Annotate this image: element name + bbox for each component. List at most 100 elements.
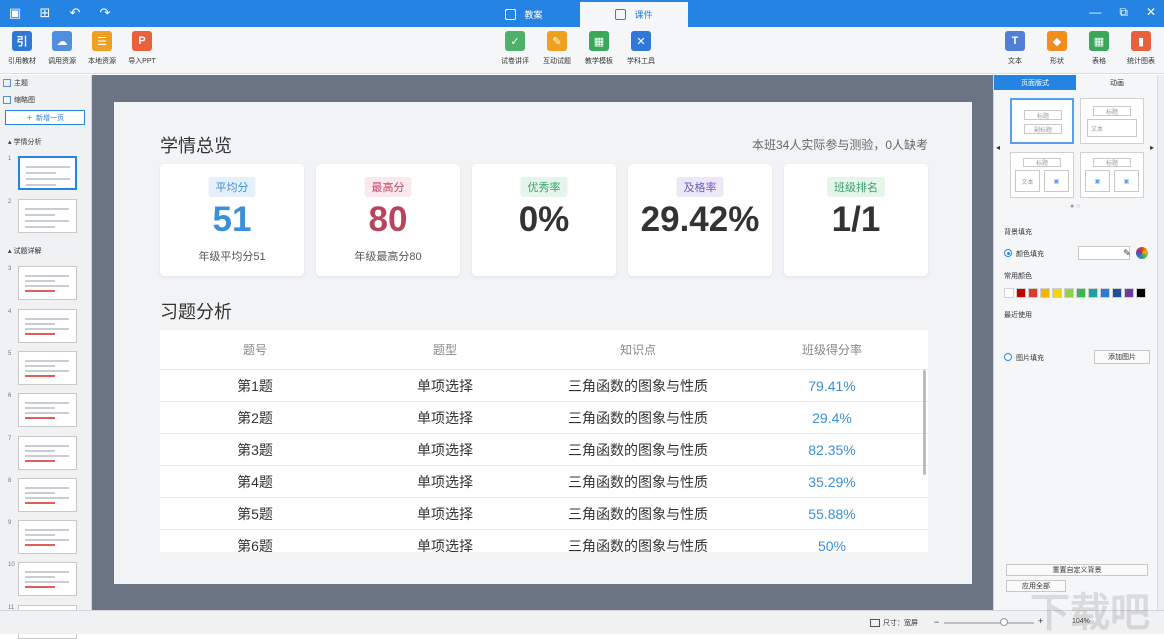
tab-page-layout[interactable]: 页面版式 xyxy=(994,75,1076,90)
tab-lesson-plan[interactable]: 教案 xyxy=(470,2,578,27)
slide-thumbnail[interactable] xyxy=(18,393,77,427)
layout-prev-icon[interactable]: ◂ xyxy=(996,143,1000,152)
color-wheel-icon[interactable] xyxy=(1136,247,1148,259)
stat-card: 平均分 51 年级平均分51 xyxy=(160,164,304,276)
common-colors-label: 常用颜色 xyxy=(1004,273,1032,280)
slide-size-control[interactable]: 尺寸：宽屏 xyxy=(870,618,918,628)
slide-number: 1 xyxy=(8,156,12,162)
thumbnail-line xyxy=(25,333,55,335)
table-row[interactable]: 第3题 单项选择 三角函数的图象与性质 82.35% xyxy=(160,434,928,466)
text-icon: T xyxy=(1005,31,1025,51)
ribbon-button-label: 导入PPT xyxy=(128,58,156,65)
ribbon-button-shape[interactable]: ◆ 形状 xyxy=(1037,31,1077,66)
color-swatch[interactable] xyxy=(1124,288,1134,298)
ribbon-button-ppt[interactable]: P 导入PPT xyxy=(122,31,162,66)
restore-icon[interactable]: ⧉ xyxy=(1119,5,1128,20)
tab-courseware[interactable]: 课件 xyxy=(580,2,688,27)
slide-thumbnail[interactable] xyxy=(18,266,77,300)
ribbon-button-chart[interactable]: ▮ 统计图表 xyxy=(1121,31,1161,66)
eyedropper-icon[interactable]: ✎ xyxy=(1120,246,1134,260)
table-row[interactable]: 第2题 单项选择 三角函数的图象与性质 29.4% xyxy=(160,402,928,434)
slide-thumbnail[interactable] xyxy=(18,436,77,470)
layout-text-image[interactable]: 标题 文本 ▣ xyxy=(1010,152,1074,198)
color-swatch[interactable] xyxy=(1040,288,1050,298)
table-row[interactable]: 第6题 单项选择 三角函数的图象与性质 50% xyxy=(160,530,928,553)
thumbnail-line xyxy=(25,226,55,228)
ribbon-button-label: 形状 xyxy=(1050,58,1064,65)
color-swatch[interactable] xyxy=(1004,288,1014,298)
table-row[interactable]: 第4题 单项选择 三角函数的图象与性质 35.29% xyxy=(160,466,928,498)
editor-canvas[interactable]: 学情总览 本班34人实际参与测验，0人缺考 平均分 51 年级平均分51 最高分 80 年… xyxy=(92,75,993,610)
color-swatch[interactable] xyxy=(1028,288,1038,298)
slide-thumbnail[interactable] xyxy=(18,478,77,512)
folder-icon: ☰ xyxy=(92,31,112,51)
cell-question-number: 第1题 xyxy=(237,377,273,394)
tab-animation[interactable]: 动画 xyxy=(1076,75,1158,90)
color-swatch[interactable] xyxy=(1016,288,1026,298)
slide-thumbnail[interactable] xyxy=(18,199,77,233)
color-swatch[interactable] xyxy=(1100,288,1110,298)
add-page-button[interactable]: ＋ 新增一页 xyxy=(5,110,85,125)
color-swatch[interactable] xyxy=(1052,288,1062,298)
ribbon-button-tools[interactable]: ✕ 学科工具 xyxy=(621,31,661,66)
save-as-icon[interactable]: ⊞ xyxy=(36,4,54,22)
image-fill-radio[interactable] xyxy=(1004,353,1012,361)
cell-score-rate: 55.88% xyxy=(808,505,856,522)
ribbon-button-text[interactable]: T 文本 xyxy=(995,31,1035,66)
slide[interactable]: 学情总览 本班34人实际参与测验，0人缺考 平均分 51 年级平均分51 最高分 80 年… xyxy=(114,102,972,584)
ribbon-button-table[interactable]: ▦ 表格 xyxy=(1079,31,1119,66)
ribbon-button-template[interactable]: ▦ 教学模板 xyxy=(579,31,619,66)
color-swatch[interactable] xyxy=(1088,288,1098,298)
layout-two-images[interactable]: 标题 ▣ ▣ xyxy=(1080,152,1144,198)
layout-title: 标题 xyxy=(1093,106,1131,116)
color-swatch[interactable] xyxy=(1136,288,1146,298)
zoom-slider[interactable] xyxy=(944,622,1034,624)
add-image-button[interactable]: 添加图片 xyxy=(1094,350,1150,364)
undo-icon[interactable]: ↶ xyxy=(66,4,84,22)
ribbon-button-folder[interactable]: ☰ 本地资源 xyxy=(82,31,122,66)
color-swatches xyxy=(1004,288,1146,298)
slide-thumbnail[interactable] xyxy=(18,351,77,385)
header-type: 题型 xyxy=(432,343,457,357)
layout-next-icon[interactable]: ▸ xyxy=(1150,143,1154,152)
ribbon-button-cloud-download[interactable]: ☁ 调用资源 xyxy=(42,31,82,66)
color-swatch[interactable] xyxy=(1064,288,1074,298)
thumbnails-row[interactable]: 缩略图 xyxy=(3,95,35,105)
theme-row[interactable]: 主题 xyxy=(3,78,28,88)
slide-thumbnail[interactable] xyxy=(18,520,77,554)
zoom-slider-handle[interactable] xyxy=(1000,618,1008,626)
ribbon-button-exam-review[interactable]: ✓ 试卷讲评 xyxy=(495,31,535,66)
table-scrollbar[interactable] xyxy=(923,370,926,475)
ribbon-button-label: 表格 xyxy=(1092,58,1106,65)
layout-title-text[interactable]: 标题 文本 xyxy=(1080,98,1144,144)
thumbnail-line xyxy=(25,407,55,409)
section-question-details[interactable]: ▴ 试题详解 xyxy=(8,246,41,256)
ribbon-button-label: 学科工具 xyxy=(627,58,655,65)
color-swatch[interactable] xyxy=(1112,288,1122,298)
thumbnail-line xyxy=(25,220,69,222)
layout-title-subtitle[interactable]: 标题 副标题 xyxy=(1010,98,1074,144)
redo-icon[interactable]: ↷ xyxy=(96,4,114,22)
reset-background-button[interactable]: 重置自定义背景 xyxy=(1006,564,1148,576)
layout-pager[interactable]: ● ○ xyxy=(1070,203,1080,210)
section-learning-analysis[interactable]: ▴ 学情分析 xyxy=(8,137,41,147)
slide-thumbnail[interactable] xyxy=(18,309,77,343)
color-swatch[interactable] xyxy=(1076,288,1086,298)
panel-scrollbar[interactable] xyxy=(1157,75,1164,610)
cell-question-type: 单项选择 xyxy=(417,441,473,458)
slide-thumbnail[interactable] xyxy=(18,562,77,596)
table-row[interactable]: 第1题 单项选择 三角函数的图象与性质 79.41% xyxy=(160,370,928,402)
slide-number: 3 xyxy=(8,266,12,272)
ribbon-button-interactive-question[interactable]: ✎ 互动试题 xyxy=(537,31,577,66)
table-row[interactable]: 第5题 单项选择 三角函数的图象与性质 55.88% xyxy=(160,498,928,530)
thumbnail-line xyxy=(26,166,70,168)
zoom-out-icon[interactable]: − xyxy=(934,617,939,627)
minimize-icon[interactable]: — xyxy=(1089,5,1101,20)
close-icon[interactable]: ✕ xyxy=(1146,5,1156,20)
ribbon-button-book-ref[interactable]: 引引用教材 xyxy=(2,31,42,66)
slide-thumbnail[interactable] xyxy=(18,156,77,190)
color-fill-radio[interactable] xyxy=(1004,249,1012,257)
thumbnail-line xyxy=(25,497,69,499)
thumbnail-line xyxy=(25,375,55,377)
save-icon[interactable]: ▣ xyxy=(6,4,24,22)
